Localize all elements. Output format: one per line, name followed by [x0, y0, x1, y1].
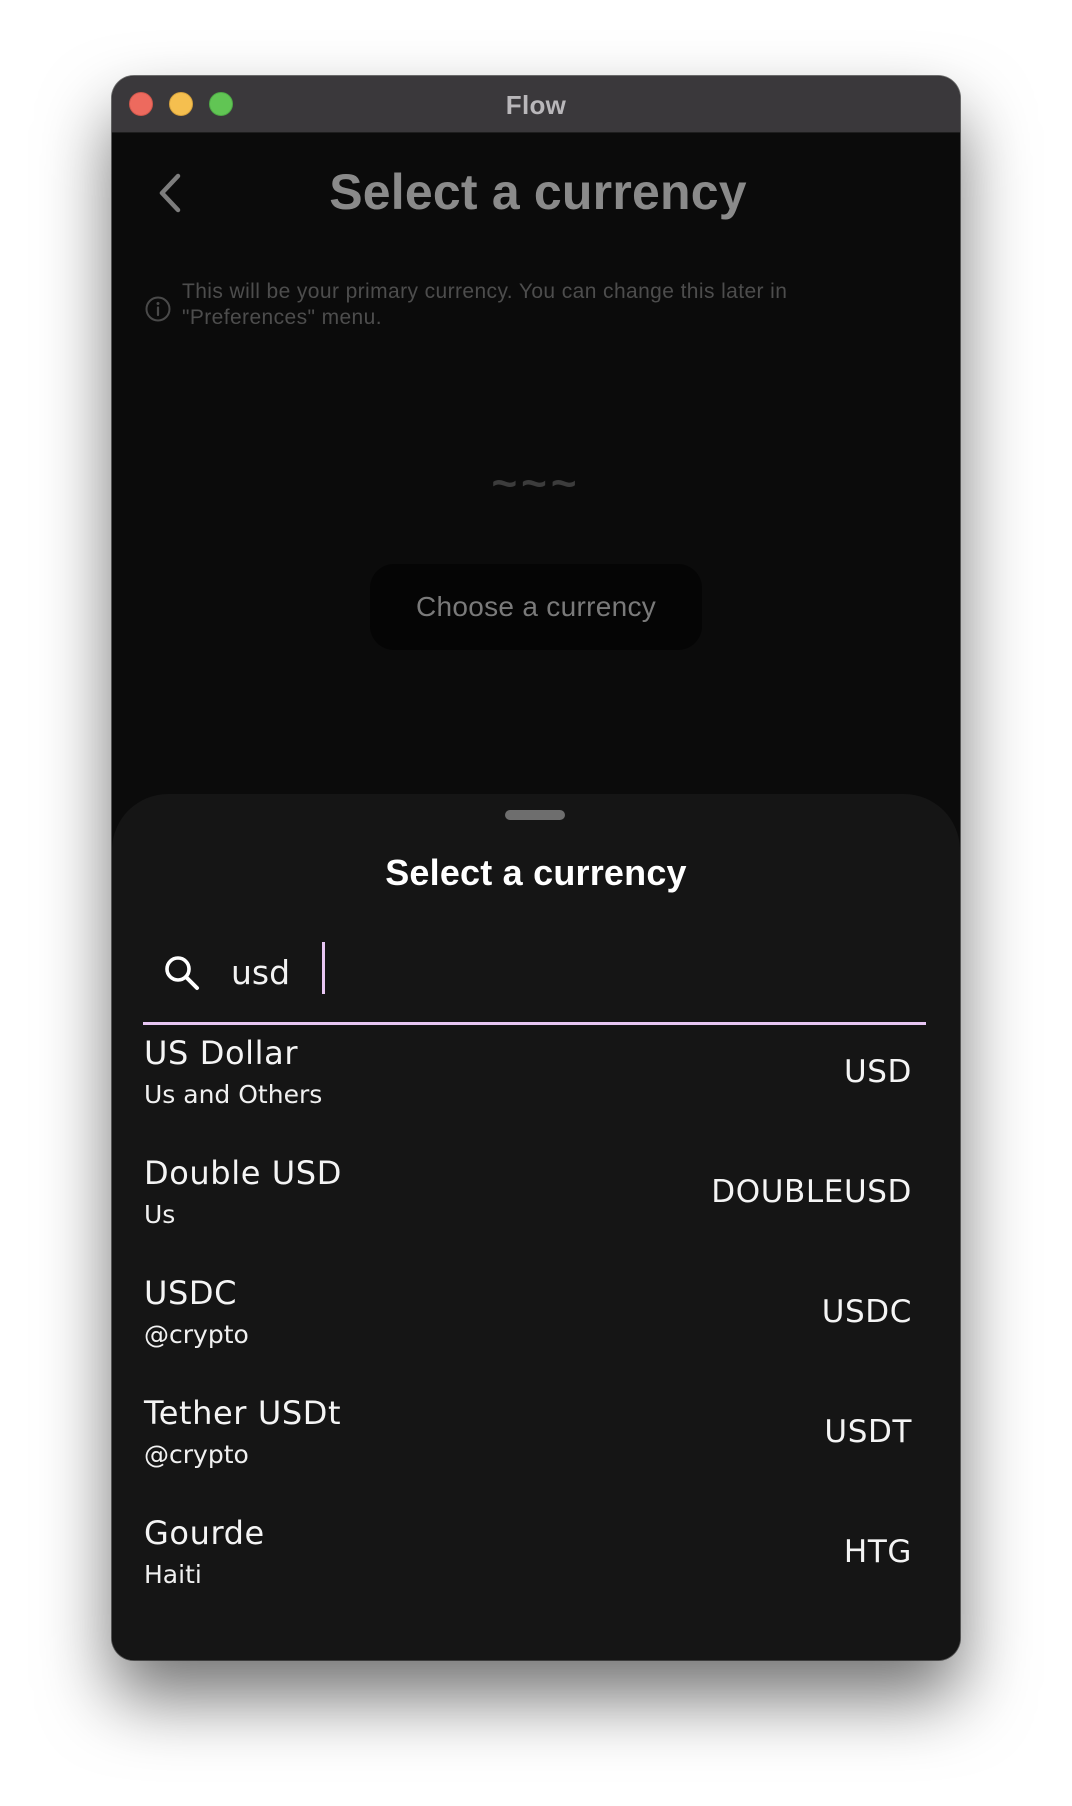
currency-region: @crypto	[144, 1440, 249, 1469]
currency-region: Us and Others	[144, 1080, 323, 1109]
currency-code: DOUBLEUSD	[711, 1174, 912, 1210]
currency-region: Haiti	[144, 1560, 202, 1589]
currency-item-usd[interactable]: US Dollar Us and Others USD	[112, 1034, 960, 1154]
currency-name: Tether USDt	[144, 1394, 342, 1432]
currency-item-doubleusd[interactable]: Double USD Us DOUBLEUSD	[112, 1154, 960, 1274]
currency-code: USDT	[824, 1414, 912, 1450]
currency-item-usdt[interactable]: Tether USDt @crypto USDT	[112, 1394, 960, 1514]
search-icon	[165, 956, 199, 990]
page-title: Select a currency	[329, 164, 747, 220]
currency-item-htg[interactable]: Gourde Haiti HTG	[112, 1514, 960, 1634]
currency-name: Gourde	[144, 1514, 265, 1552]
search-input[interactable]	[231, 948, 911, 996]
currency-item-usdc[interactable]: USDC @crypto USDC	[112, 1274, 960, 1394]
currency-name: USDC	[144, 1274, 238, 1312]
sheet-drag-handle[interactable]	[505, 810, 565, 820]
currency-name: Double USD	[144, 1154, 342, 1192]
title-bar: Flow	[112, 76, 960, 133]
empty-currency-placeholder: ~~~	[491, 459, 581, 508]
currency-bottom-sheet: Select a currency US Dollar Us and Other…	[112, 794, 960, 1660]
search-field[interactable]	[143, 930, 926, 1025]
currency-code: HTG	[843, 1534, 912, 1570]
currency-region: @crypto	[144, 1320, 249, 1349]
currency-region: Us	[144, 1200, 176, 1229]
text-caret	[322, 942, 325, 994]
info-text: This will be your primary currency. You …	[182, 280, 788, 329]
currency-name: US Dollar	[144, 1034, 299, 1072]
info-icon	[145, 296, 171, 322]
currency-code: USD	[843, 1054, 912, 1090]
app-window: Flow Select a currency This will be your…	[112, 76, 960, 1660]
sheet-title: Select a currency	[385, 852, 687, 893]
currency-code: USDC	[821, 1294, 912, 1330]
window-title: Flow	[505, 90, 567, 120]
choose-currency-button[interactable]: Choose a currency	[370, 564, 702, 650]
